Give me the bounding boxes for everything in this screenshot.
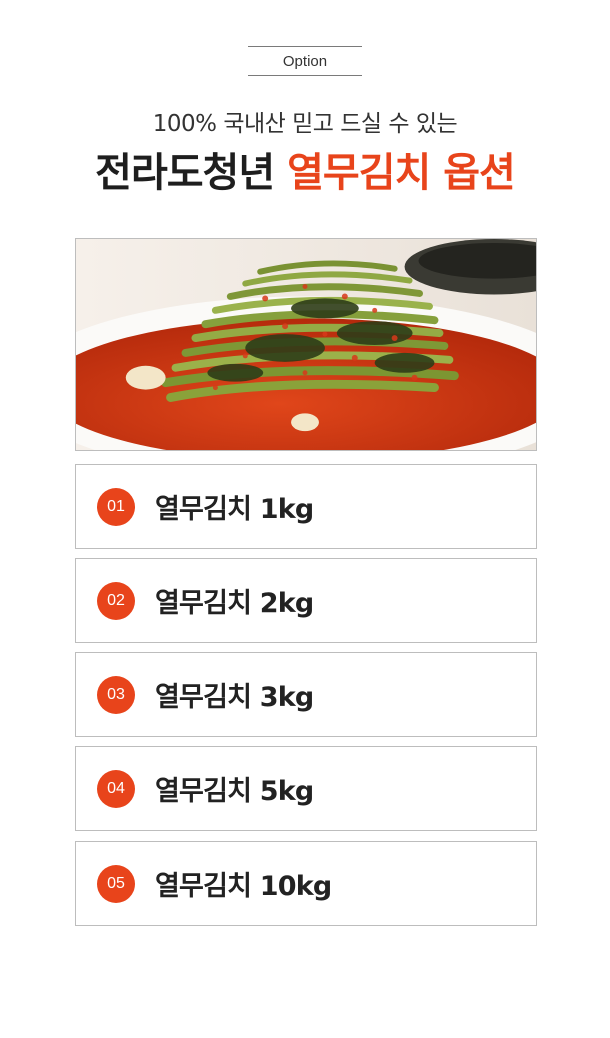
option-tag: Option <box>248 46 362 76</box>
option-number-badge: 02 <box>97 581 135 620</box>
option-label: 열무김치 3kg <box>155 682 314 713</box>
option-label: 열무김치 5kg <box>155 776 314 807</box>
subtitle: 100% 국내산 믿고 드실 수 있는 <box>152 111 458 137</box>
option-item-1[interactable]: 01 열무김치 1kg <box>75 464 537 549</box>
option-number-badge: 01 <box>97 487 135 526</box>
option-item-4[interactable]: 04 열무김치 5kg <box>75 746 537 831</box>
option-label: 열무김치 10kg <box>155 871 332 902</box>
option-label: 열무김치 2kg <box>155 588 314 619</box>
option-number-badge: 04 <box>97 769 135 808</box>
option-number-badge: 03 <box>97 675 135 714</box>
page-title: 전라도청년 열무김치 옵션 <box>0 140 610 198</box>
title-accent: 열무김치 옵션 <box>287 150 516 196</box>
option-item-2[interactable]: 02 열무김치 2kg <box>75 558 537 643</box>
option-item-5[interactable]: 05 열무김치 10kg <box>75 841 537 926</box>
kimchi-illustration <box>76 239 536 450</box>
option-item-3[interactable]: 03 열무김치 3kg <box>75 652 537 737</box>
option-tag-label: Option <box>282 52 328 70</box>
option-number-badge: 05 <box>97 864 135 903</box>
title-brand: 전라도청년 <box>95 150 275 196</box>
option-label: 열무김치 1kg <box>155 494 314 525</box>
product-option-page: Option 100% 국내산 믿고 드실 수 있는 전라도청년 열무김치 옵션 <box>0 0 610 1038</box>
kimchi-photo <box>75 238 537 451</box>
